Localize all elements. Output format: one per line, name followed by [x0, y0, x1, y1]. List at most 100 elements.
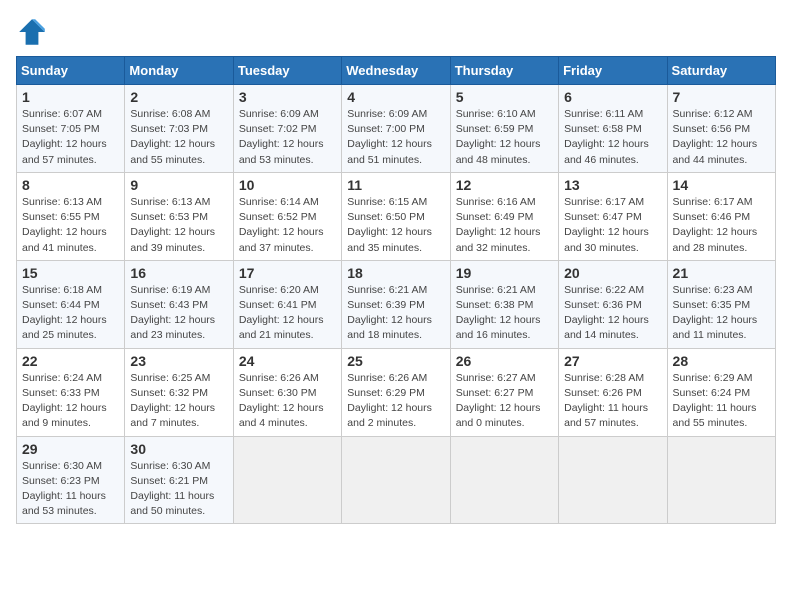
- calendar-cell: 8 Sunrise: 6:13 AMSunset: 6:55 PMDaylight…: [17, 172, 125, 260]
- day-detail: Sunrise: 6:20 AMSunset: 6:41 PMDaylight:…: [239, 284, 324, 342]
- week-row-4: 22Sunrise: 6:24 AMSunset: 6:33 PMDayligh…: [17, 348, 776, 436]
- day-number: 1: [22, 89, 119, 105]
- day-number: 13: [564, 177, 661, 193]
- calendar-cell: 13 Sunrise: 6:17 AMSunset: 6:47 PMDayligh…: [559, 172, 667, 260]
- day-detail: Sunrise: 6:09 AMSunset: 7:00 PMDaylight:…: [347, 108, 432, 166]
- week-row-2: 8 Sunrise: 6:13 AMSunset: 6:55 PMDaylight…: [17, 172, 776, 260]
- calendar-cell: 21 Sunrise: 6:23 AMSunset: 6:35 PMDayligh…: [667, 260, 775, 348]
- day-detail: Sunrise: 6:19 AMSunset: 6:43 PMDaylight:…: [130, 284, 215, 342]
- day-detail: Sunrise: 6:12 AMSunset: 6:56 PMDaylight:…: [673, 108, 758, 166]
- day-detail: Sunrise: 6:30 AMSunset: 6:23 PMDaylight:…: [22, 460, 106, 518]
- day-detail: Sunrise: 6:28 AMSunset: 6:26 PMDaylight:…: [564, 372, 648, 430]
- day-detail: Sunrise: 6:13 AMSunset: 6:55 PMDaylight:…: [22, 196, 107, 254]
- day-detail: Sunrise: 6:21 AMSunset: 6:38 PMDaylight:…: [456, 284, 541, 342]
- calendar-cell: 6 Sunrise: 6:11 AMSunset: 6:58 PMDaylight…: [559, 85, 667, 173]
- calendar-cell: 5 Sunrise: 6:10 AMSunset: 6:59 PMDaylight…: [450, 85, 558, 173]
- calendar-cell: 14 Sunrise: 6:17 AMSunset: 6:46 PMDayligh…: [667, 172, 775, 260]
- header-row: SundayMondayTuesdayWednesdayThursdayFrid…: [17, 57, 776, 85]
- calendar-cell: 23 Sunrise: 6:25 AMSunset: 6:32 PMDayligh…: [125, 348, 233, 436]
- day-number: 24: [239, 353, 336, 369]
- day-detail: Sunrise: 6:07 AMSunset: 7:05 PMDaylight:…: [22, 108, 107, 166]
- day-number: 8: [22, 177, 119, 193]
- col-header-monday: Monday: [125, 57, 233, 85]
- day-number: 17: [239, 265, 336, 281]
- calendar-cell: 10 Sunrise: 6:14 AMSunset: 6:52 PMDayligh…: [233, 172, 341, 260]
- calendar-cell: 3 Sunrise: 6:09 AMSunset: 7:02 PMDaylight…: [233, 85, 341, 173]
- day-detail: Sunrise: 6:27 AMSunset: 6:27 PMDaylight:…: [456, 372, 541, 430]
- day-number: 19: [456, 265, 553, 281]
- calendar-cell: 19 Sunrise: 6:21 AMSunset: 6:38 PMDayligh…: [450, 260, 558, 348]
- calendar-cell: 7 Sunrise: 6:12 AMSunset: 6:56 PMDaylight…: [667, 85, 775, 173]
- logo: [16, 16, 52, 48]
- day-number: 2: [130, 89, 227, 105]
- day-number: 5: [456, 89, 553, 105]
- day-detail: Sunrise: 6:30 AMSunset: 6:21 PMDaylight:…: [130, 460, 214, 518]
- day-number: 14: [673, 177, 770, 193]
- day-detail: Sunrise: 6:14 AMSunset: 6:52 PMDaylight:…: [239, 196, 324, 254]
- day-number: 25: [347, 353, 444, 369]
- day-number: 23: [130, 353, 227, 369]
- week-row-5: 29 Sunrise: 6:30 AMSunset: 6:23 PMDayligh…: [17, 436, 776, 524]
- calendar-cell: 9 Sunrise: 6:13 AMSunset: 6:53 PMDaylight…: [125, 172, 233, 260]
- day-number: 7: [673, 89, 770, 105]
- day-detail: Sunrise: 6:18 AMSunset: 6:44 PMDaylight:…: [22, 284, 107, 342]
- day-detail: Sunrise: 6:10 AMSunset: 6:59 PMDaylight:…: [456, 108, 541, 166]
- day-detail: Sunrise: 6:09 AMSunset: 7:02 PMDaylight:…: [239, 108, 324, 166]
- calendar-cell: [450, 436, 558, 524]
- day-number: 29: [22, 441, 119, 457]
- col-header-thursday: Thursday: [450, 57, 558, 85]
- day-number: 4: [347, 89, 444, 105]
- day-number: 6: [564, 89, 661, 105]
- day-detail: Sunrise: 6:23 AMSunset: 6:35 PMDaylight:…: [673, 284, 758, 342]
- col-header-friday: Friday: [559, 57, 667, 85]
- day-detail: Sunrise: 6:11 AMSunset: 6:58 PMDaylight:…: [564, 108, 649, 166]
- calendar-cell: 28 Sunrise: 6:29 AMSunset: 6:24 PMDayligh…: [667, 348, 775, 436]
- day-detail: Sunrise: 6:22 AMSunset: 6:36 PMDaylight:…: [564, 284, 649, 342]
- day-detail: Sunrise: 6:16 AMSunset: 6:49 PMDaylight:…: [456, 196, 541, 254]
- week-row-1: 1 Sunrise: 6:07 AMSunset: 7:05 PMDaylight…: [17, 85, 776, 173]
- calendar-cell: [233, 436, 341, 524]
- day-detail: Sunrise: 6:08 AMSunset: 7:03 PMDaylight:…: [130, 108, 215, 166]
- day-number: 20: [564, 265, 661, 281]
- calendar-cell: 15 Sunrise: 6:18 AMSunset: 6:44 PMDayligh…: [17, 260, 125, 348]
- calendar-table: SundayMondayTuesdayWednesdayThursdayFrid…: [16, 56, 776, 524]
- calendar-cell: 20 Sunrise: 6:22 AMSunset: 6:36 PMDayligh…: [559, 260, 667, 348]
- day-detail: Sunrise: 6:24 AMSunset: 6:33 PMDaylight:…: [22, 372, 107, 430]
- calendar-cell: 4 Sunrise: 6:09 AMSunset: 7:00 PMDaylight…: [342, 85, 450, 173]
- calendar-cell: 12 Sunrise: 6:16 AMSunset: 6:49 PMDayligh…: [450, 172, 558, 260]
- day-detail: Sunrise: 6:26 AMSunset: 6:30 PMDaylight:…: [239, 372, 324, 430]
- calendar-cell: 25Sunrise: 6:26 AMSunset: 6:29 PMDayligh…: [342, 348, 450, 436]
- day-number: 30: [130, 441, 227, 457]
- day-number: 27: [564, 353, 661, 369]
- day-detail: Sunrise: 6:13 AMSunset: 6:53 PMDaylight:…: [130, 196, 215, 254]
- calendar-cell: 27 Sunrise: 6:28 AMSunset: 6:26 PMDayligh…: [559, 348, 667, 436]
- day-number: 16: [130, 265, 227, 281]
- day-number: 15: [22, 265, 119, 281]
- day-detail: Sunrise: 6:17 AMSunset: 6:46 PMDaylight:…: [673, 196, 758, 254]
- calendar-cell: 30 Sunrise: 6:30 AMSunset: 6:21 PMDayligh…: [125, 436, 233, 524]
- day-number: 26: [456, 353, 553, 369]
- day-number: 21: [673, 265, 770, 281]
- calendar-cell: 24 Sunrise: 6:26 AMSunset: 6:30 PMDayligh…: [233, 348, 341, 436]
- day-number: 28: [673, 353, 770, 369]
- day-detail: Sunrise: 6:29 AMSunset: 6:24 PMDaylight:…: [673, 372, 757, 430]
- calendar-cell: 22Sunrise: 6:24 AMSunset: 6:33 PMDayligh…: [17, 348, 125, 436]
- calendar-cell: 26 Sunrise: 6:27 AMSunset: 6:27 PMDayligh…: [450, 348, 558, 436]
- col-header-sunday: Sunday: [17, 57, 125, 85]
- day-detail: Sunrise: 6:25 AMSunset: 6:32 PMDaylight:…: [130, 372, 215, 430]
- week-row-3: 15 Sunrise: 6:18 AMSunset: 6:44 PMDayligh…: [17, 260, 776, 348]
- col-header-tuesday: Tuesday: [233, 57, 341, 85]
- calendar-cell: 18Sunrise: 6:21 AMSunset: 6:39 PMDayligh…: [342, 260, 450, 348]
- calendar-cell: [342, 436, 450, 524]
- day-number: 12: [456, 177, 553, 193]
- calendar-cell: 2 Sunrise: 6:08 AMSunset: 7:03 PMDaylight…: [125, 85, 233, 173]
- day-detail: Sunrise: 6:17 AMSunset: 6:47 PMDaylight:…: [564, 196, 649, 254]
- day-number: 10: [239, 177, 336, 193]
- page-header: [16, 16, 776, 48]
- calendar-cell: 16 Sunrise: 6:19 AMSunset: 6:43 PMDayligh…: [125, 260, 233, 348]
- day-number: 3: [239, 89, 336, 105]
- calendar-cell: 11Sunrise: 6:15 AMSunset: 6:50 PMDayligh…: [342, 172, 450, 260]
- calendar-cell: 1 Sunrise: 6:07 AMSunset: 7:05 PMDaylight…: [17, 85, 125, 173]
- day-number: 9: [130, 177, 227, 193]
- day-number: 11: [347, 177, 444, 193]
